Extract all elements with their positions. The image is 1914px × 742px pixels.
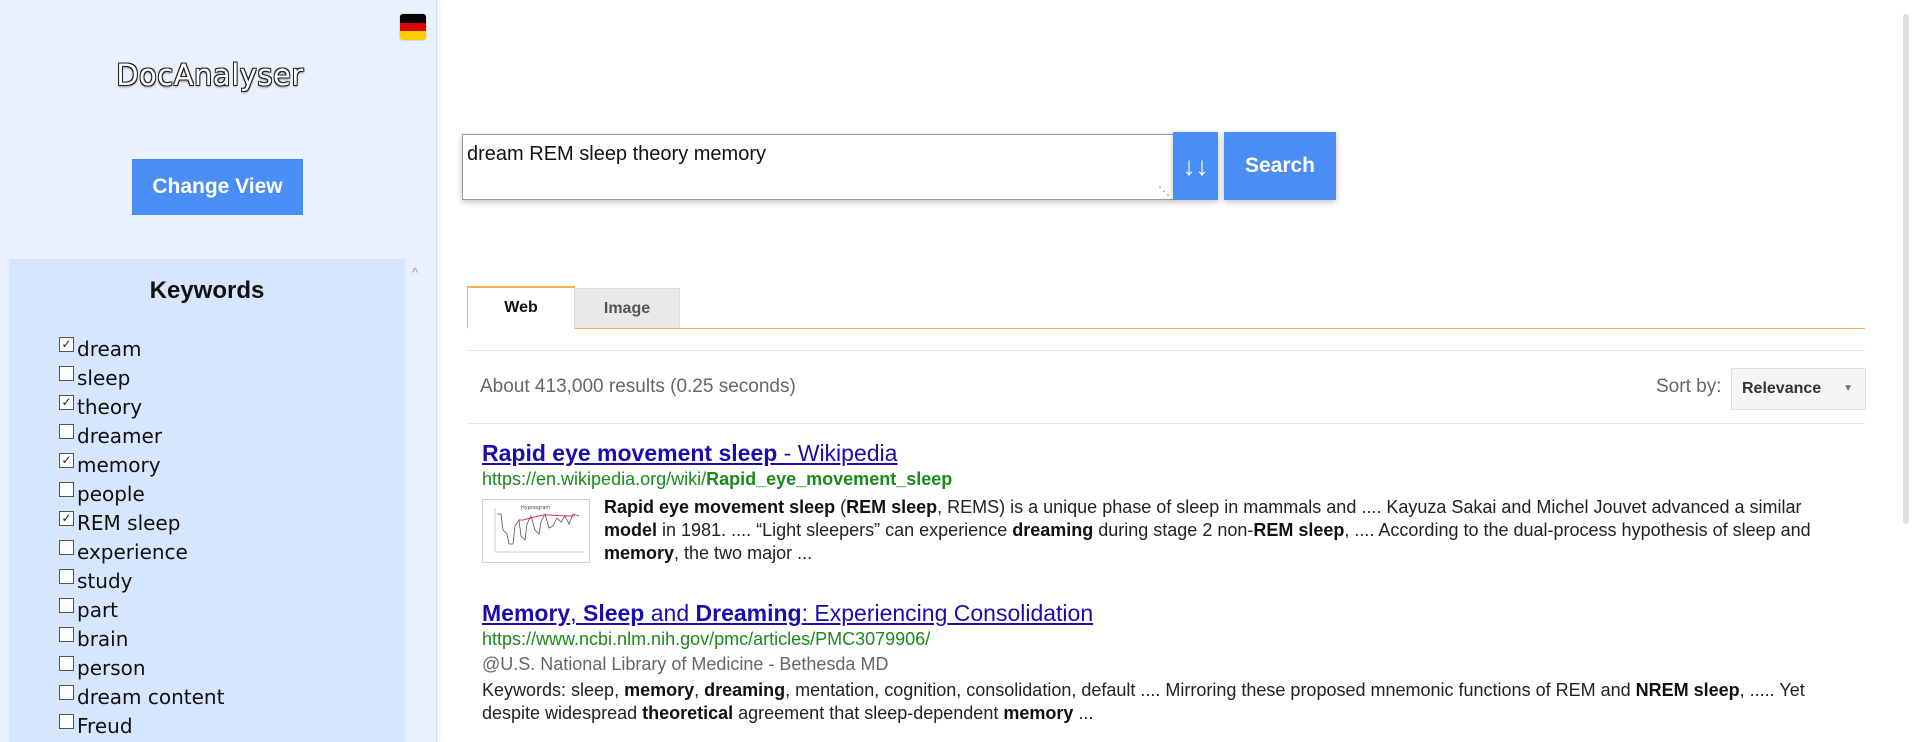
divider xyxy=(467,423,1865,424)
hypnogram-thumbnail[interactable]: Hypnogram xyxy=(482,499,590,563)
sidebar: DocAnalyser Change View Keywords ✓ dream s… xyxy=(0,0,437,742)
keyword-label: sleep xyxy=(77,365,131,390)
keyword-checkbox[interactable]: ✓ xyxy=(59,511,74,526)
scroll-up-icon[interactable]: ^ xyxy=(412,265,418,280)
keyword-label: theory xyxy=(77,394,143,419)
keyword-checkbox[interactable]: ✓ xyxy=(59,395,74,410)
keywords-scrollbar[interactable]: ^ xyxy=(408,259,426,742)
keyword-item[interactable]: dream content xyxy=(59,682,224,711)
search-input[interactable] xyxy=(462,134,1174,200)
keyword-label: dream content xyxy=(77,684,225,709)
keyword-item[interactable]: Freud xyxy=(59,711,224,740)
sort-select[interactable]: Relevance ▼ xyxy=(1731,368,1866,410)
keyword-label: Freud xyxy=(77,713,133,738)
resize-grip-icon[interactable]: ⋱ xyxy=(1158,184,1170,198)
keyword-checkbox[interactable] xyxy=(59,569,74,584)
keyword-item[interactable]: ✓ REM sleep xyxy=(59,508,224,537)
result-title-link[interactable]: Rapid eye movement sleep - Wikipedia xyxy=(482,440,1862,467)
keyword-item[interactable]: study xyxy=(59,566,224,595)
keyword-item[interactable]: person xyxy=(59,653,224,682)
keyword-label: part xyxy=(77,597,119,622)
result-source: @U.S. National Library of Medicine - Bet… xyxy=(482,654,889,674)
keyword-item[interactable]: ✓ memory xyxy=(59,450,224,479)
keyword-label: person xyxy=(77,655,146,680)
keyword-checkbox[interactable] xyxy=(59,714,74,729)
divider xyxy=(467,350,1865,351)
keyword-label: dreamer xyxy=(77,423,163,448)
svg-text:Hypnogram: Hypnogram xyxy=(521,505,550,511)
keywords-list: ✓ dream sleep ✓ theory dreamer ✓ memory people ✓ R… xyxy=(59,334,224,740)
keyword-checkbox[interactable] xyxy=(59,685,74,700)
result-snippet: Keywords: sleep, memory, dreaming, menta… xyxy=(482,680,1805,723)
result-title-link[interactable]: Memory, Sleep and Dreaming: Experiencing… xyxy=(482,600,1862,627)
keyword-item[interactable]: ✓ dream xyxy=(59,334,224,363)
keyword-label: dream xyxy=(77,336,142,361)
keywords-panel: Keywords ✓ dream sleep ✓ theory dreamer ✓ memor… xyxy=(9,259,405,742)
keyword-item[interactable]: people xyxy=(59,479,224,508)
keyword-checkbox[interactable] xyxy=(59,366,74,381)
keyword-label: people xyxy=(77,481,145,506)
keywords-title: Keywords xyxy=(149,277,265,304)
germany-flag-icon[interactable] xyxy=(400,14,426,40)
keyword-label: study xyxy=(77,568,133,593)
tab-image[interactable]: Image xyxy=(574,288,680,328)
keyword-item[interactable]: experience xyxy=(59,537,224,566)
keyword-item[interactable]: brain xyxy=(59,624,224,653)
sort-label: Sort by: xyxy=(1656,376,1722,397)
keyword-label: brain xyxy=(77,626,129,651)
keyword-checkbox[interactable] xyxy=(59,540,74,555)
keyword-label: experience xyxy=(77,539,188,564)
sort-toggle-button[interactable]: ↓↓ xyxy=(1173,132,1218,200)
keyword-item[interactable]: part xyxy=(59,595,224,624)
sort-select-value: Relevance xyxy=(1742,380,1822,397)
keyword-label: REM sleep xyxy=(77,510,181,535)
page-scrollbar[interactable] xyxy=(1898,0,1914,742)
change-view-button[interactable]: Change View xyxy=(132,159,303,215)
keyword-checkbox[interactable] xyxy=(59,627,74,642)
result-stats: About 413,000 results (0.25 seconds) xyxy=(480,376,796,397)
keyword-checkbox[interactable] xyxy=(59,482,74,497)
result-url: https://en.wikipedia.org/wiki/Rapid_eye_… xyxy=(482,469,953,489)
app-title: DocAnalyser xyxy=(116,58,304,92)
result-snippet: Rapid eye movement sleep (REM sleep, REM… xyxy=(604,497,1811,563)
keyword-checkbox[interactable]: ✓ xyxy=(59,453,74,468)
tabs-underline xyxy=(467,328,1865,329)
result-url: https://www.ncbi.nlm.nih.gov/pmc/article… xyxy=(482,629,931,649)
keyword-label: memory xyxy=(77,452,161,477)
keyword-checkbox[interactable] xyxy=(59,656,74,671)
keyword-checkbox[interactable] xyxy=(59,598,74,613)
search-result: Memory, Sleep and Dreaming: Experiencing… xyxy=(482,600,1862,725)
keyword-item[interactable]: sleep xyxy=(59,363,224,392)
search-button[interactable]: Search xyxy=(1224,132,1336,200)
keyword-checkbox[interactable]: ✓ xyxy=(59,337,74,352)
keyword-item[interactable]: dreamer xyxy=(59,421,224,450)
keyword-item[interactable]: ✓ theory xyxy=(59,392,224,421)
keyword-checkbox[interactable] xyxy=(59,424,74,439)
chevron-down-icon: ▼ xyxy=(1843,383,1853,394)
tab-web[interactable]: Web xyxy=(467,286,575,329)
search-result: Rapid eye movement sleep - Wikipedia htt… xyxy=(482,440,1862,565)
